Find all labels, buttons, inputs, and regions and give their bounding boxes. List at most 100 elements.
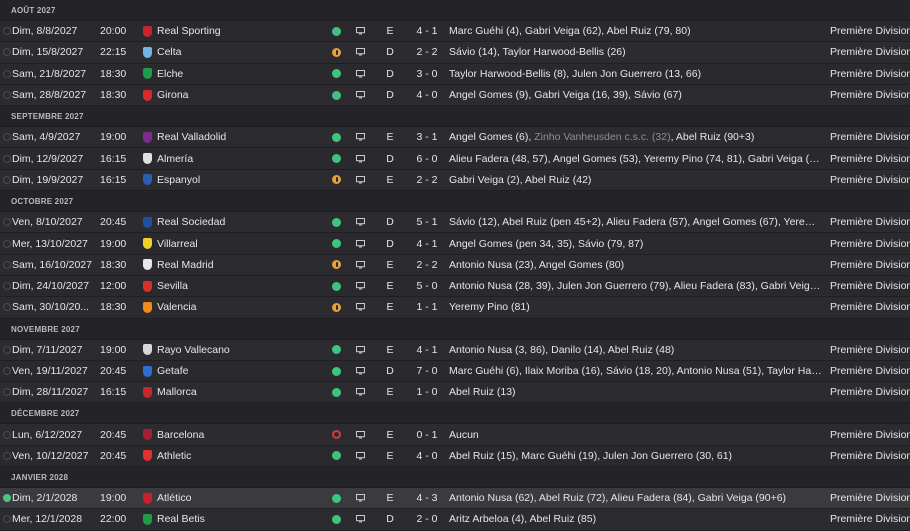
select-checkbox[interactable] [2, 255, 11, 275]
opponent-name[interactable]: Sevilla [157, 276, 317, 296]
score[interactable]: 3 - 1 [410, 127, 444, 147]
fixture-row[interactable]: Ven, 8/10/2027 20:45 Real Sociedad D 5 - 1 Sá… [0, 212, 910, 234]
fixture-row[interactable]: Lun, 6/12/2027 20:45 Barcelona E 0 - 1 Aucun P… [0, 424, 910, 446]
competition[interactable]: Première Division [830, 361, 910, 381]
competition[interactable]: Première Division [830, 85, 910, 105]
tv-icon[interactable] [354, 170, 366, 190]
opponent-name[interactable]: Real Valladolid [157, 127, 317, 147]
fixture-row[interactable]: Sam, 16/10/2027 18:30 Real Madrid E 2 - 2 Ant… [0, 254, 910, 276]
select-checkbox[interactable] [2, 276, 11, 296]
opponent-name[interactable]: Celta [157, 42, 317, 62]
opponent-name[interactable]: Espanyol [157, 170, 317, 190]
score[interactable]: 4 - 3 [410, 488, 444, 508]
tv-icon[interactable] [354, 212, 366, 232]
opponent-name[interactable]: Villarreal [157, 233, 317, 253]
select-checkbox[interactable] [2, 170, 11, 190]
fixture-row[interactable]: Sam, 21/8/2027 18:30 Elche D 3 - 0 Taylor Har… [0, 64, 910, 85]
score[interactable]: 0 - 1 [410, 424, 444, 444]
competition[interactable]: Première Division [830, 424, 910, 444]
tv-icon[interactable] [354, 255, 366, 275]
select-checkbox[interactable] [2, 488, 11, 508]
select-checkbox[interactable] [2, 382, 11, 402]
fixture-row[interactable]: Dim, 19/9/2027 16:15 Espanyol E 2 - 2 Gabri V… [0, 169, 910, 192]
fixture-row[interactable]: Ven, 19/11/2027 20:45 Getafe D 7 - 0 Marc Gué… [0, 361, 910, 383]
select-checkbox[interactable] [2, 509, 11, 529]
competition[interactable]: Première Division [830, 127, 910, 147]
fixture-row[interactable]: Sam, 28/8/2027 18:30 Girona D 4 - 0 Angel Gom… [0, 84, 910, 107]
opponent-name[interactable]: Real Sporting [157, 21, 317, 41]
tv-icon[interactable] [354, 127, 366, 147]
fixture-row[interactable]: Mer, 13/10/2027 19:00 Villarreal D 4 - 1 Ange… [0, 233, 910, 255]
select-checkbox[interactable] [2, 148, 11, 168]
score[interactable]: 4 - 1 [410, 340, 444, 360]
select-checkbox[interactable] [2, 361, 11, 381]
select-checkbox[interactable] [2, 64, 11, 84]
tv-icon[interactable] [354, 276, 366, 296]
tv-icon[interactable] [354, 424, 366, 444]
fixture-row[interactable]: Dim, 7/11/2027 19:00 Rayo Vallecano E 4 - 1 A… [0, 339, 910, 361]
fixture-row[interactable]: Dim, 24/10/2027 12:00 Sevilla E 5 - 0 Antonio… [0, 276, 910, 298]
tv-icon[interactable] [354, 509, 366, 529]
competition[interactable]: Première Division [830, 340, 910, 360]
tv-icon[interactable] [354, 488, 366, 508]
score[interactable]: 5 - 0 [410, 276, 444, 296]
tv-icon[interactable] [354, 64, 366, 84]
select-checkbox[interactable] [2, 424, 11, 444]
opponent-name[interactable]: Almería [157, 148, 317, 168]
fixture-row[interactable]: Sam, 30/10/20... 18:30 Valencia E 1 - 1 Yerem… [0, 297, 910, 319]
competition[interactable]: Première Division [830, 233, 910, 253]
competition[interactable]: Première Division [830, 42, 910, 62]
competition[interactable]: Première Division [830, 255, 910, 275]
opponent-name[interactable]: Real Sociedad [157, 212, 317, 232]
opponent-name[interactable]: Valencia [157, 297, 317, 317]
score[interactable]: 3 - 0 [410, 64, 444, 84]
opponent-name[interactable]: Real Madrid [157, 255, 317, 275]
score[interactable]: 4 - 0 [410, 85, 444, 105]
opponent-name[interactable]: Elche [157, 64, 317, 84]
competition[interactable]: Première Division [830, 446, 910, 466]
competition[interactable]: Première Division [830, 382, 910, 402]
select-checkbox[interactable] [2, 21, 11, 41]
fixture-row[interactable]: Dim, 8/8/2027 20:00 Real Sporting E 4 - 1 Mar… [0, 21, 910, 43]
score[interactable]: 6 - 0 [410, 148, 444, 168]
score[interactable]: 4 - 0 [410, 446, 444, 466]
opponent-name[interactable]: Girona [157, 85, 317, 105]
fixture-row[interactable]: Sam, 4/9/2027 19:00 Real Valladolid E 3 - 1 A… [0, 127, 910, 149]
competition[interactable]: Première Division [830, 509, 910, 529]
fixture-row[interactable]: Mer, 12/1/2028 22:00 Real Betis D 2 - 0 Aritz… [0, 509, 910, 531]
opponent-name[interactable]: Athletic [157, 446, 317, 466]
competition[interactable]: Première Division [830, 212, 910, 232]
select-checkbox[interactable] [2, 340, 11, 360]
tv-icon[interactable] [354, 446, 366, 466]
score[interactable]: 4 - 1 [410, 21, 444, 41]
fixture-row[interactable]: Dim, 12/9/2027 16:15 Almería D 6 - 0 Alieu Fa… [0, 148, 910, 170]
score[interactable]: 1 - 0 [410, 382, 444, 402]
score[interactable]: 1 - 1 [410, 297, 444, 317]
tv-icon[interactable] [354, 42, 366, 62]
select-checkbox[interactable] [2, 446, 11, 466]
select-checkbox[interactable] [2, 233, 11, 253]
select-checkbox[interactable] [2, 85, 11, 105]
opponent-name[interactable]: Mallorca [157, 382, 317, 402]
score[interactable]: 5 - 1 [410, 212, 444, 232]
tv-icon[interactable] [354, 382, 366, 402]
fixture-row[interactable]: Dim, 15/8/2027 22:15 Celta D 2 - 2 Sávio (14)… [0, 42, 910, 64]
opponent-name[interactable]: Atlético [157, 488, 317, 508]
score[interactable]: 2 - 2 [410, 170, 444, 190]
opponent-name[interactable]: Rayo Vallecano [157, 340, 317, 360]
competition[interactable]: Première Division [830, 170, 910, 190]
select-checkbox[interactable] [2, 127, 11, 147]
score[interactable]: 4 - 1 [410, 233, 444, 253]
tv-icon[interactable] [354, 148, 366, 168]
tv-icon[interactable] [354, 233, 366, 253]
score[interactable]: 2 - 2 [410, 42, 444, 62]
fixture-row[interactable]: Ven, 10/12/2027 20:45 Athletic E 4 - 0 Abel R… [0, 446, 910, 468]
tv-icon[interactable] [354, 340, 366, 360]
competition[interactable]: Première Division [830, 276, 910, 296]
select-checkbox[interactable] [2, 297, 11, 317]
competition[interactable]: Première Division [830, 64, 910, 84]
score[interactable]: 7 - 0 [410, 361, 444, 381]
competition[interactable]: Première Division [830, 148, 910, 168]
fixture-row[interactable]: Dim, 28/11/2027 16:15 Mallorca E 1 - 0 Abel R… [0, 382, 910, 404]
competition[interactable]: Première Division [830, 297, 910, 317]
